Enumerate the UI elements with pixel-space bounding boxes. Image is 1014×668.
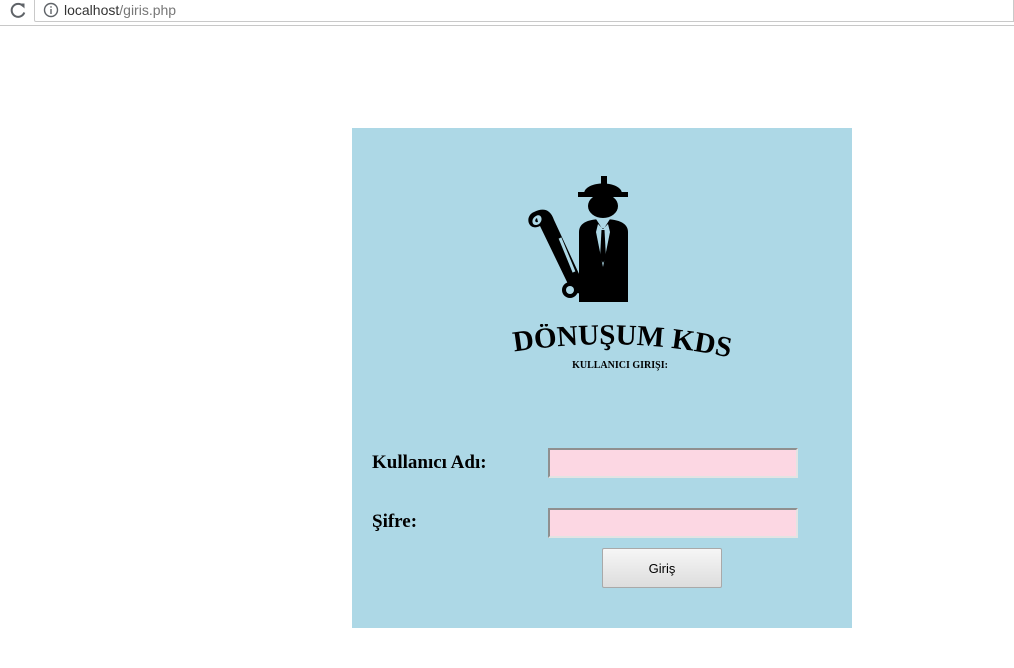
browser-toolbar: localhost/giris.php: [0, 0, 1014, 26]
brand-title: DÖNÜŞÜM KDS: [511, 324, 735, 364]
url-path: /giris.php: [119, 2, 177, 18]
login-button[interactable]: Giriş: [602, 548, 722, 588]
svg-text:DÖNÜŞÜM KDS: DÖNÜŞÜM KDS: [511, 324, 735, 364]
url-text[interactable]: localhost/giris.php: [64, 1, 176, 19]
brand-title-text: DÖNÜŞÜM KDS: [511, 324, 735, 364]
password-label: Şifre:: [372, 511, 418, 532]
login-panel: DÖNÜŞÜM KDS KULLANICI GIRIŞI: Kullanıcı …: [352, 128, 852, 628]
address-bar[interactable]: localhost/giris.php: [34, 0, 1014, 22]
info-icon[interactable]: [43, 2, 59, 18]
reload-icon[interactable]: [9, 2, 27, 20]
engineer-logo-icon: [528, 176, 628, 302]
username-input[interactable]: [548, 448, 798, 478]
username-label: Kullanıcı Adı:: [372, 452, 487, 473]
login-subtitle: KULLANICI GIRIŞI:: [572, 360, 668, 371]
url-host: localhost: [64, 2, 120, 18]
password-input[interactable]: [548, 508, 798, 538]
